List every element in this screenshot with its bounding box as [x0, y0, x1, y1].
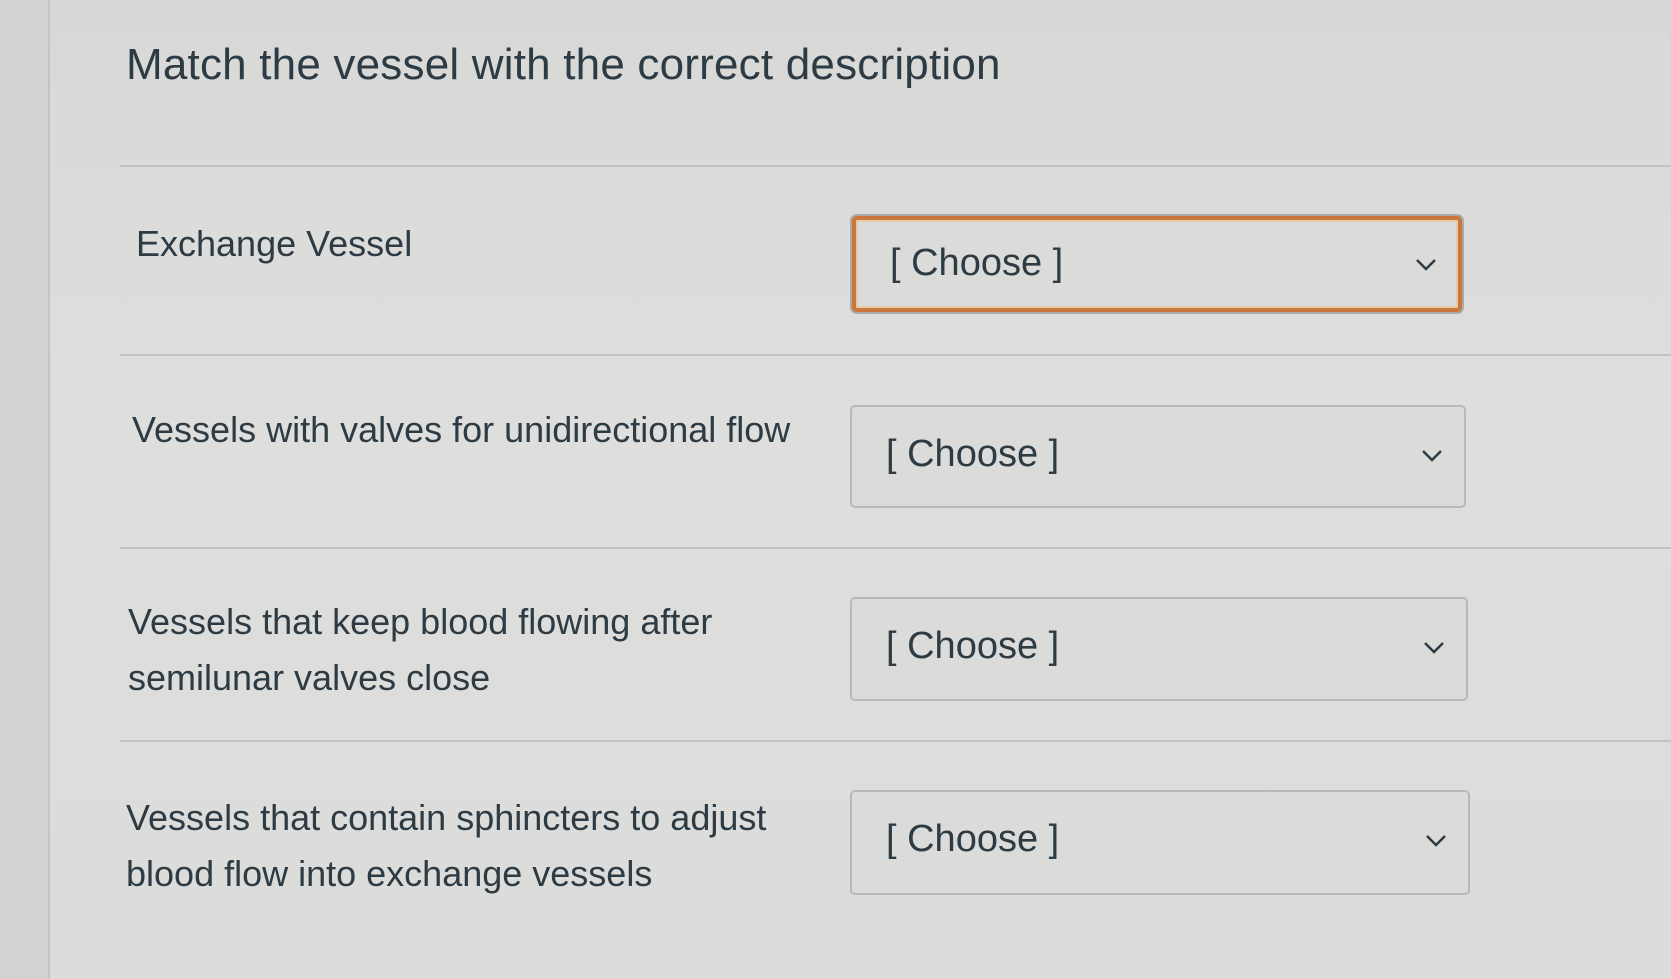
divider: [120, 547, 1671, 549]
match-select-valves[interactable]: [ Choose ]: [850, 405, 1466, 508]
question-title: Match the vessel with the correct descri…: [126, 40, 1001, 89]
select-value: [ Choose ]: [886, 625, 1060, 667]
match-select-semilunar[interactable]: [ Choose ]: [850, 597, 1468, 701]
match-label-semilunar: Vessels that keep blood flowing after se…: [128, 601, 713, 698]
chevron-down-icon: [1420, 633, 1448, 661]
chevron-down-icon: [1422, 826, 1450, 854]
match-select-sphincters[interactable]: [ Choose ]: [850, 790, 1470, 895]
chevron-down-icon: [1412, 250, 1440, 278]
select-value: [ Choose ]: [886, 433, 1060, 475]
quiz-page: Match the vessel with the correct descri…: [0, 0, 1671, 979]
content-left-border: [48, 0, 50, 979]
left-gutter: [0, 0, 48, 979]
chevron-down-icon: [1418, 441, 1446, 469]
divider: [120, 354, 1671, 356]
match-label-exchange-vessel: Exchange Vessel: [136, 223, 413, 264]
select-value: [ Choose ]: [886, 818, 1060, 860]
divider: [120, 740, 1671, 742]
match-select-exchange-vessel[interactable]: [ Choose ]: [852, 216, 1462, 312]
divider: [120, 165, 1671, 167]
match-label-sphincters: Vessels that contain sphincters to adjus…: [126, 797, 767, 894]
select-value: [ Choose ]: [890, 242, 1064, 284]
match-label-valves: Vessels with valves for unidirectional f…: [132, 409, 791, 450]
